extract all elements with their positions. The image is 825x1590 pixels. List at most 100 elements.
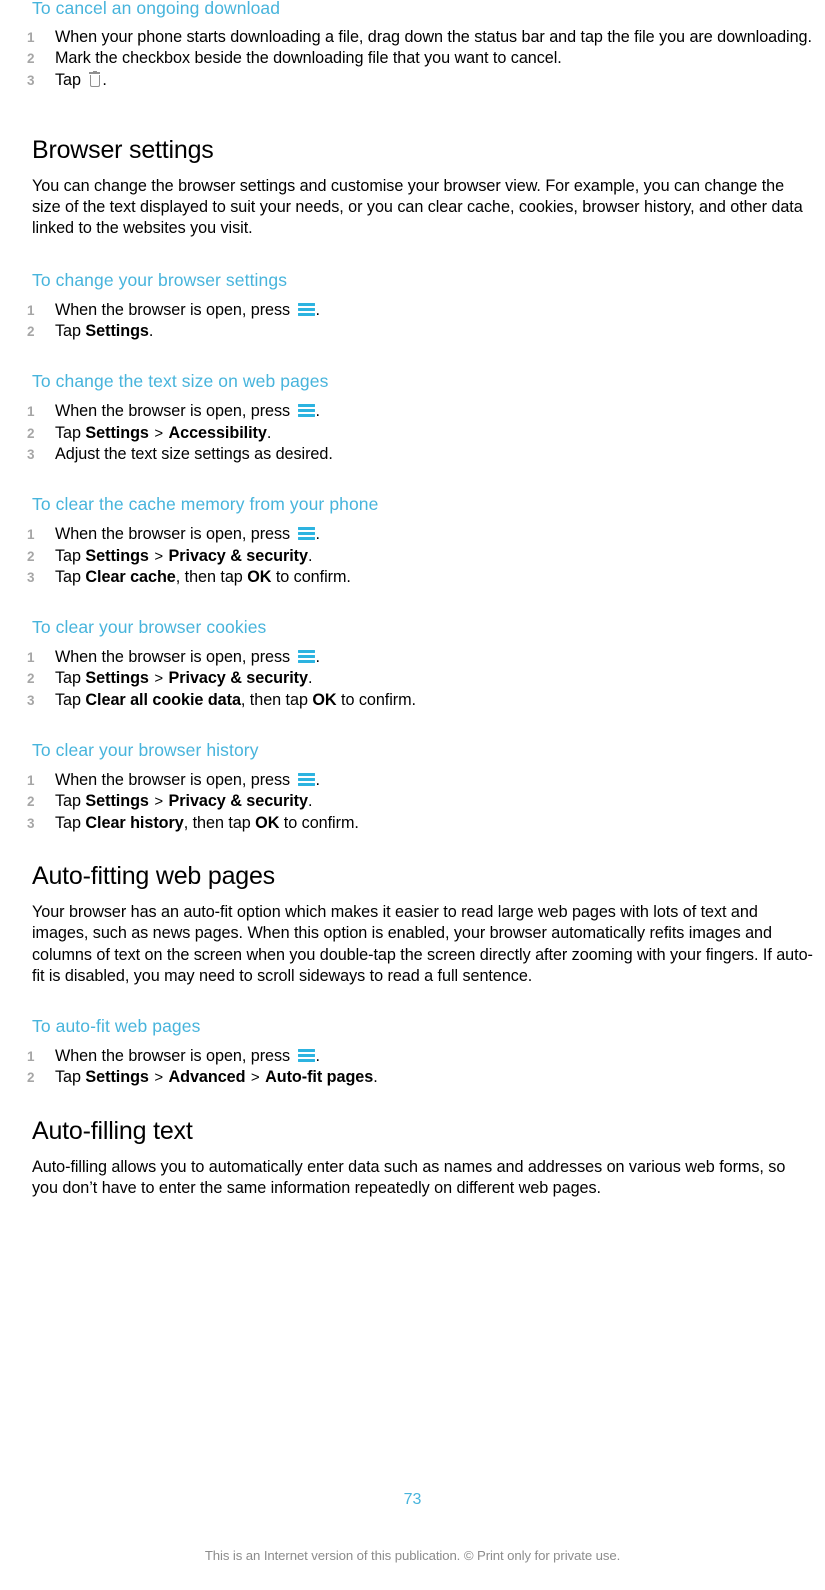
document-page: To cancel an ongoing download When your … bbox=[0, 0, 825, 1588]
step-item: Tap Settings. bbox=[27, 321, 815, 343]
step-item: Tap Clear cache, then tap OK to confirm. bbox=[27, 567, 815, 589]
step-text: When the browser is open, press bbox=[55, 771, 295, 790]
ui-label: Settings bbox=[85, 423, 149, 442]
step-item: When your phone starts downloading a fil… bbox=[27, 27, 815, 49]
section-heading-auto-fitting: Auto-fitting web pages bbox=[32, 861, 275, 890]
procedure-heading-clear-cookies: To clear your browser cookies bbox=[32, 617, 267, 638]
step-text: Tap bbox=[55, 567, 86, 586]
ui-label: Advanced bbox=[168, 1068, 246, 1087]
step-item: Mark the checkbox beside the downloading… bbox=[27, 48, 815, 70]
ui-label: Clear cache bbox=[85, 567, 176, 586]
step-text-end: . bbox=[315, 402, 321, 421]
ui-label: OK bbox=[255, 813, 280, 832]
step-text-end: . bbox=[307, 546, 313, 565]
ui-label: Settings bbox=[85, 546, 149, 565]
step-text: When your phone starts downloading a fil… bbox=[55, 28, 812, 46]
step-text-mid: , then tap bbox=[183, 813, 256, 832]
step-text: Adjust the text size settings as desired… bbox=[55, 444, 333, 463]
step-item: When the browser is open, press . bbox=[27, 401, 815, 423]
ui-label: OK bbox=[247, 567, 272, 586]
step-list-clear-cache: When the browser is open, press . Tap Se… bbox=[27, 524, 815, 589]
menu-icon bbox=[297, 404, 315, 418]
step-text: Tap bbox=[55, 690, 86, 709]
step-text-end: to confirm. bbox=[271, 567, 351, 586]
step-item: Tap Clear all cookie data, then tap OK t… bbox=[27, 690, 815, 712]
step-item: Adjust the text size settings as desired… bbox=[27, 444, 815, 466]
ui-label: Settings bbox=[85, 1068, 149, 1087]
step-text: Tap bbox=[55, 669, 86, 688]
ui-label: Settings bbox=[85, 792, 149, 811]
path-separator: > bbox=[154, 424, 164, 442]
step-item: Tap Settings > Privacy & security. bbox=[27, 791, 815, 813]
procedure-heading-cancel-download: To cancel an ongoing download bbox=[32, 0, 281, 18]
section-heading-browser-settings: Browser settings bbox=[32, 135, 214, 164]
step-item: When the browser is open, press . bbox=[27, 300, 815, 322]
section-body-auto-fitting: Your browser has an auto-fit option whic… bbox=[32, 902, 813, 985]
path-separator: > bbox=[154, 670, 164, 688]
section-heading-auto-filling: Auto-filling text bbox=[32, 1116, 193, 1145]
menu-icon bbox=[297, 302, 315, 316]
ui-label: Settings bbox=[85, 669, 149, 688]
step-item: Tap Settings > Privacy & security. bbox=[27, 546, 815, 568]
path-separator: > bbox=[154, 793, 164, 811]
ui-label: OK bbox=[312, 690, 337, 709]
step-text: Tap bbox=[55, 1068, 86, 1087]
step-text-end: . bbox=[307, 792, 313, 811]
ui-label: Privacy & security bbox=[168, 546, 309, 565]
step-text-end: . bbox=[102, 70, 107, 89]
path-separator: > bbox=[154, 547, 164, 565]
step-text: Tap bbox=[55, 546, 86, 565]
menu-icon bbox=[297, 650, 315, 664]
procedure-heading-clear-cache: To clear the cache memory from your phon… bbox=[32, 494, 379, 515]
procedure-heading-clear-history: To clear your browser history bbox=[32, 740, 259, 761]
step-text-end: . bbox=[315, 300, 321, 319]
trash-icon bbox=[88, 70, 101, 88]
procedure-heading-change-browser-settings: To change your browser settings bbox=[32, 269, 288, 290]
section-body-browser-settings: You can change the browser settings and … bbox=[32, 176, 803, 238]
step-item: Tap Clear history, then tap OK to confir… bbox=[27, 813, 815, 835]
step-text-end: to confirm. bbox=[279, 813, 359, 832]
page-number: 73 bbox=[403, 1491, 422, 1508]
step-item: When the browser is open, press . bbox=[27, 647, 815, 669]
step-text: Tap bbox=[55, 792, 86, 811]
step-text-end: . bbox=[315, 525, 321, 544]
step-item: Tap Settings > Accessibility. bbox=[27, 423, 815, 445]
step-text: Tap bbox=[55, 322, 86, 341]
path-separator: > bbox=[250, 1069, 260, 1087]
step-item: Tap Settings > Advanced > Auto-fit pages… bbox=[27, 1067, 815, 1089]
menu-icon bbox=[297, 1049, 315, 1063]
step-text-end: . bbox=[148, 322, 154, 341]
ui-label: Accessibility bbox=[168, 423, 267, 442]
step-text: Tap bbox=[55, 70, 86, 89]
step-list-cancel-download: When your phone starts downloading a fil… bbox=[27, 27, 815, 92]
step-list-clear-history: When the browser is open, press . Tap Se… bbox=[27, 770, 815, 835]
step-text: When the browser is open, press bbox=[55, 525, 295, 544]
step-list-change-text-size: When the browser is open, press . Tap Se… bbox=[27, 401, 815, 466]
section-body-auto-filling: Auto-filling allows you to automatically… bbox=[32, 1157, 786, 1198]
step-text: When the browser is open, press bbox=[55, 1047, 295, 1066]
step-text-end: . bbox=[307, 669, 313, 688]
step-text: When the browser is open, press bbox=[55, 648, 295, 667]
step-list-auto-fit-web-pages: When the browser is open, press . Tap Se… bbox=[27, 1046, 815, 1089]
step-text: Tap bbox=[55, 423, 86, 442]
ui-label: Settings bbox=[85, 322, 149, 341]
step-text-end: . bbox=[373, 1068, 378, 1087]
menu-icon bbox=[297, 527, 315, 541]
step-text-end: . bbox=[266, 423, 272, 442]
step-item: Tap . bbox=[27, 70, 815, 92]
step-text: Mark the checkbox beside the downloading… bbox=[55, 49, 562, 68]
procedure-heading-auto-fit-web-pages: To auto-fit web pages bbox=[32, 1016, 201, 1037]
footer-copyright-note: This is an Internet version of this publ… bbox=[204, 1548, 621, 1563]
ui-label: Privacy & security bbox=[168, 792, 309, 811]
step-text-mid: , then tap bbox=[175, 567, 248, 586]
step-text-end: . bbox=[315, 771, 321, 790]
procedure-heading-change-text-size: To change the text size on web pages bbox=[32, 371, 329, 392]
step-item: When the browser is open, press . bbox=[27, 770, 815, 792]
step-list-clear-cookies: When the browser is open, press . Tap Se… bbox=[27, 647, 815, 712]
ui-label: Clear all cookie data bbox=[85, 690, 241, 709]
step-item: When the browser is open, press . bbox=[27, 1046, 815, 1068]
step-text-mid: , then tap bbox=[240, 690, 313, 709]
menu-icon bbox=[297, 773, 315, 787]
ui-label: Auto-fit pages bbox=[265, 1068, 374, 1087]
path-separator: > bbox=[154, 1069, 164, 1087]
